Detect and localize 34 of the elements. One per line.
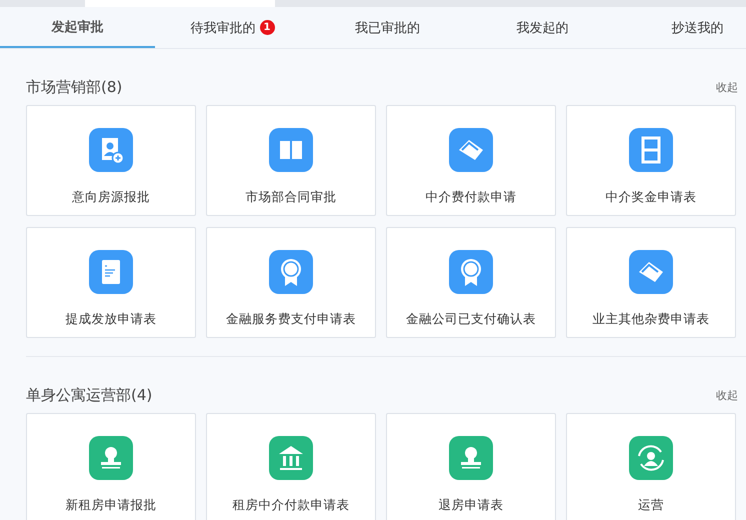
card-label: 中介费付款申请 <box>426 189 516 206</box>
app-card[interactable]: 业主其他杂费申请表 <box>566 227 736 338</box>
tab[interactable]: 我发起的 <box>465 7 620 48</box>
card-label: 市场部合同审批 <box>246 189 336 206</box>
count-badge: 1 <box>260 20 274 35</box>
app-card[interactable]: 意向房源报批 <box>26 105 196 216</box>
card-label: 新租房申请报批 <box>66 497 156 514</box>
app-card[interactable]: 金融服务费支付申请表 <box>206 227 376 338</box>
app-card[interactable]: 中介奖金申请表 <box>566 105 736 216</box>
card-label: 意向房源报批 <box>72 189 150 206</box>
card-label: 业主其他杂费申请表 <box>592 311 710 328</box>
app-card[interactable]: 金融公司已支付确认表 <box>386 227 556 338</box>
app-card[interactable]: 租房中介付款申请表 <box>206 413 376 520</box>
collapse-link[interactable]: 收起 <box>716 80 738 94</box>
tab[interactable]: 发起审批 <box>0 7 155 48</box>
card-label: 退房申请表 <box>438 497 504 514</box>
card-label: 金融服务费支付申请表 <box>226 311 356 328</box>
card-label: 提成发放申请表 <box>66 311 156 328</box>
tab[interactable]: 抄送我的 <box>620 7 746 48</box>
card-label: 运营 <box>638 497 664 514</box>
card-label: 中介奖金申请表 <box>606 189 696 206</box>
app-card[interactable]: 运营 <box>566 413 736 520</box>
app-card[interactable]: 退房申请表 <box>386 413 556 520</box>
tab[interactable]: 我已审批的 <box>310 7 465 48</box>
app-card[interactable]: 中介费付款申请 <box>386 105 556 216</box>
app-card[interactable]: 提成发放申请表 <box>26 227 196 338</box>
tab[interactable]: 待我审批的 1 <box>155 7 310 48</box>
app-card[interactable]: 新租房申请报批 <box>26 413 196 520</box>
card-label: 租房中介付款申请表 <box>232 497 350 514</box>
card-label: 金融公司已支付确认表 <box>406 311 536 328</box>
section-title: 市场营销部(8) <box>26 78 122 96</box>
collapse-link[interactable]: 收起 <box>716 388 738 402</box>
section-title: 单身公寓运营部(4) <box>26 386 152 404</box>
app-card[interactable]: 市场部合同审批 <box>206 105 376 216</box>
